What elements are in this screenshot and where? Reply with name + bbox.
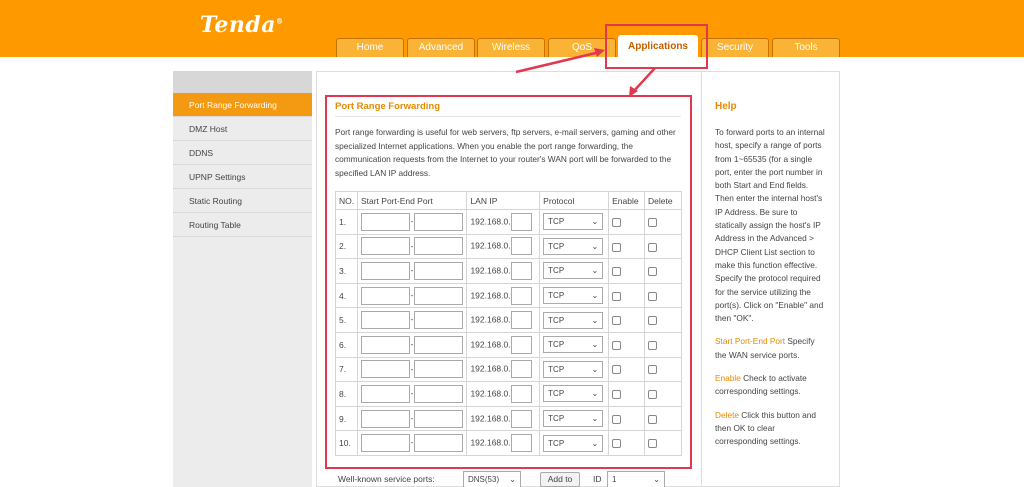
highlight-box-tab (605, 24, 708, 69)
tab-wireless[interactable]: Wireless (477, 38, 545, 57)
sidebar-item-upnp-settings[interactable]: UPNP Settings (173, 165, 312, 189)
help-intro: To forward ports to an internal host, sp… (715, 127, 825, 324)
tab-home[interactable]: Home (336, 38, 404, 57)
sidebar: Port Range Forwarding DMZ Host DDNS UPNP… (173, 71, 312, 487)
sidebar-item-dmz-host[interactable]: DMZ Host (173, 117, 312, 141)
id-select[interactable]: 1 ⌄ (607, 471, 665, 487)
add-to-button[interactable]: Add to (540, 472, 580, 487)
sidebar-item-port-range-forwarding[interactable]: Port Range Forwarding (173, 93, 312, 117)
help-title: Help (715, 101, 737, 112)
wellknown-row: Well-known service ports: DNS(53) ⌄ Add t… (335, 471, 682, 487)
tab-advanced[interactable]: Advanced (407, 38, 475, 57)
sidebar-item-static-routing[interactable]: Static Routing (173, 189, 312, 213)
help-item: Start Port-End Port Specify the WAN serv… (715, 336, 815, 360)
id-label: ID (593, 474, 602, 484)
wellknown-label: Well-known service ports: (338, 474, 435, 484)
highlight-box-content (325, 95, 692, 469)
help-item: Delete Click this button and then OK to … (715, 409, 817, 447)
sidebar-item-routing-table[interactable]: Routing Table (173, 213, 312, 237)
tab-tools[interactable]: Tools (772, 38, 840, 57)
help-item: Enable Check to activate corresponding s… (715, 373, 807, 397)
wellknown-service-select[interactable]: DNS(53) ⌄ (463, 471, 521, 487)
tab-security[interactable]: Security (701, 38, 769, 57)
chevron-down-icon: ⌄ (509, 475, 516, 484)
chevron-down-icon: ⌄ (653, 475, 660, 484)
tenda-logo: Tenda® (200, 12, 284, 38)
sidebar-item-ddns[interactable]: DDNS (173, 141, 312, 165)
help-text: To forward ports to an internal host, sp… (715, 126, 827, 459)
